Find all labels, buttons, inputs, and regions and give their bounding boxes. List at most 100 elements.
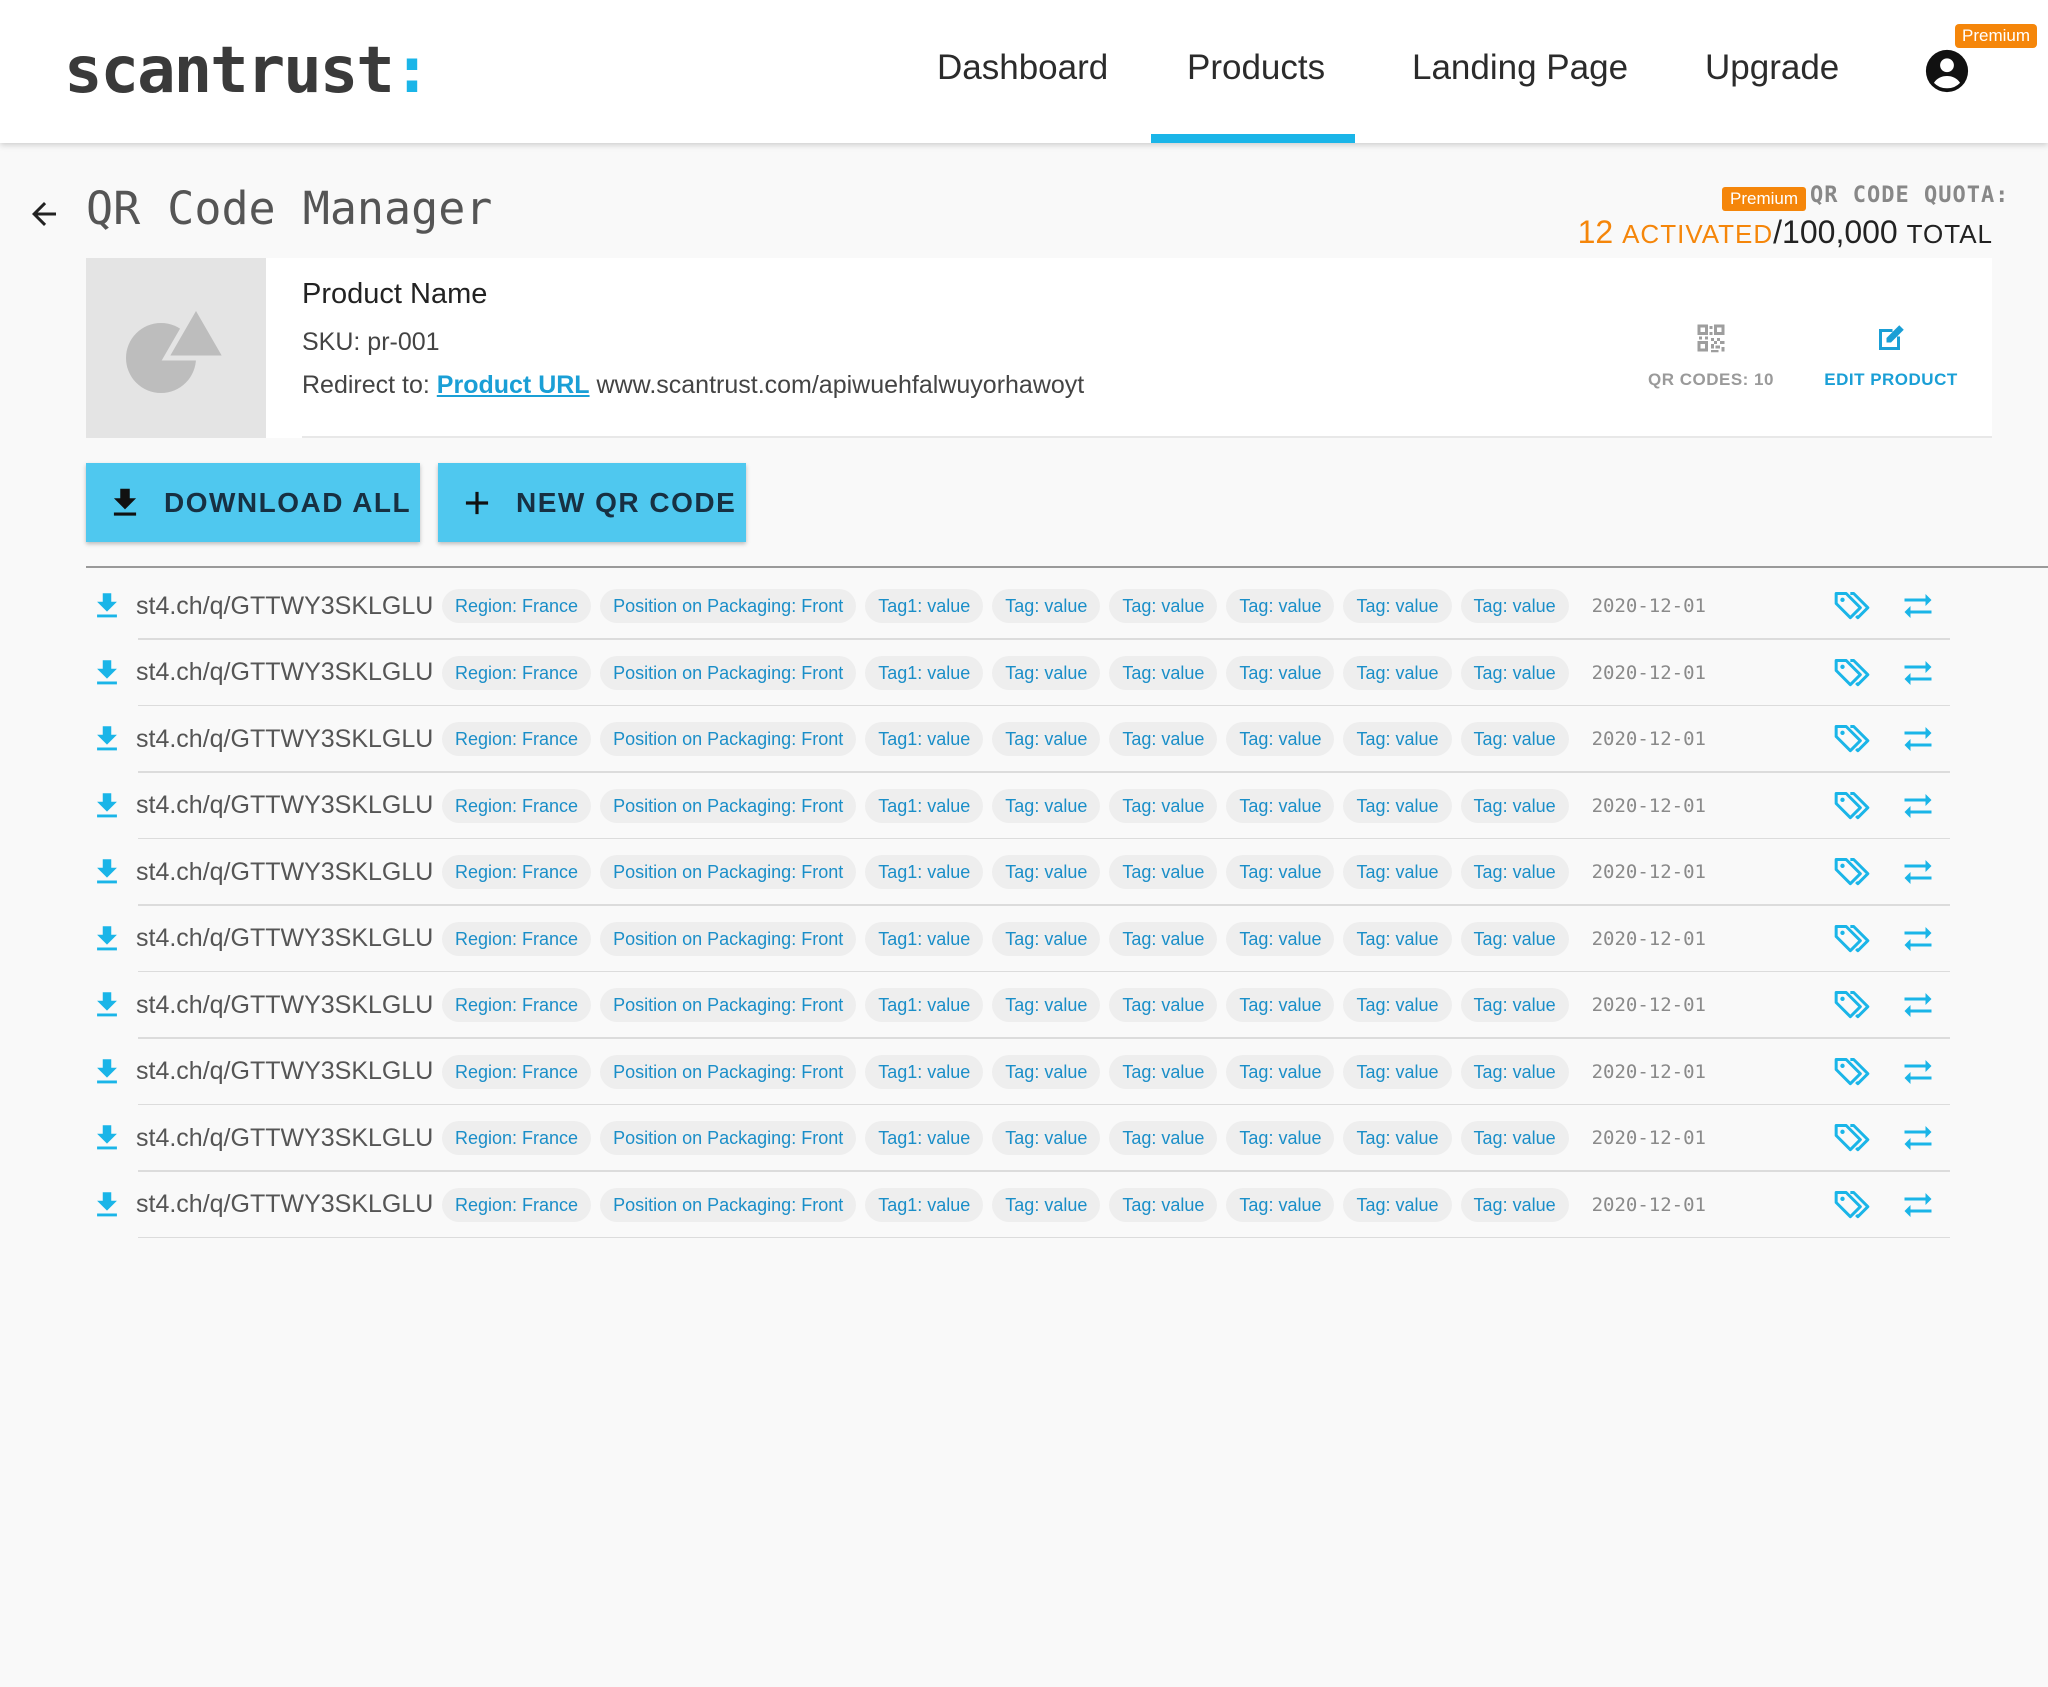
tag-chip[interactable]: Tag: value <box>1109 655 1218 690</box>
tag-chip[interactable]: Region: France <box>442 1187 592 1222</box>
download-icon[interactable] <box>90 655 124 691</box>
tag-chip[interactable]: Tag: value <box>1109 1121 1218 1156</box>
tag-chip[interactable]: Position on Packaging: Front <box>600 1121 857 1156</box>
tag-chip[interactable]: Tag: value <box>992 788 1101 823</box>
tags-icon[interactable] <box>1832 852 1872 892</box>
swap-horizontal-icon[interactable] <box>1900 588 1936 624</box>
tag-chip[interactable]: Position on Packaging: Front <box>600 1187 857 1222</box>
tag-chip[interactable]: Region: France <box>442 1121 592 1156</box>
tag-chip[interactable]: Tag: value <box>1226 921 1335 956</box>
tag-chip[interactable]: Tag1: value <box>865 589 984 624</box>
tag-chip[interactable]: Tag: value <box>992 921 1101 956</box>
tag-chip[interactable]: Region: France <box>442 589 592 624</box>
tag-chip[interactable]: Tag: value <box>1460 921 1569 956</box>
tag-chip[interactable]: Tag: value <box>1343 855 1452 890</box>
tag-chip[interactable]: Tag: value <box>1109 988 1218 1023</box>
tag-chip[interactable]: Tag: value <box>992 722 1101 757</box>
tag-chip[interactable]: Tag1: value <box>865 855 984 890</box>
tag-chip[interactable]: Position on Packaging: Front <box>600 921 857 956</box>
tag-chip[interactable]: Tag: value <box>1343 655 1452 690</box>
tag-chip[interactable]: Position on Packaging: Front <box>600 788 857 823</box>
tag-chip[interactable]: Tag1: value <box>865 1121 984 1156</box>
tag-chip[interactable]: Tag: value <box>992 988 1101 1023</box>
download-icon[interactable] <box>90 987 124 1023</box>
swap-horizontal-icon[interactable] <box>1900 987 1936 1023</box>
qr-code-url[interactable]: st4.ch/q/GTTWY3SKLGLU <box>136 1124 442 1153</box>
tag-chip[interactable]: Tag: value <box>1343 1187 1452 1222</box>
nav-landing-page[interactable]: Landing Page <box>1412 48 1628 88</box>
swap-horizontal-icon[interactable] <box>1900 1120 1936 1156</box>
download-icon[interactable] <box>90 854 124 890</box>
tag-chip[interactable]: Region: France <box>442 722 592 757</box>
product-url-link[interactable]: Product URL <box>437 371 590 399</box>
tag-chip[interactable]: Tag: value <box>1460 1054 1569 1089</box>
tag-chip[interactable]: Tag: value <box>1109 788 1218 823</box>
tag-chip[interactable]: Position on Packaging: Front <box>600 655 857 690</box>
qr-code-url[interactable]: st4.ch/q/GTTWY3SKLGLU <box>136 1057 442 1086</box>
qr-code-url[interactable]: st4.ch/q/GTTWY3SKLGLU <box>136 592 442 621</box>
tag-chip[interactable]: Tag: value <box>1343 722 1452 757</box>
swap-horizontal-icon[interactable] <box>1900 721 1936 757</box>
download-icon[interactable] <box>90 921 124 957</box>
swap-horizontal-icon[interactable] <box>1900 921 1936 957</box>
tag-chip[interactable]: Tag: value <box>1226 722 1335 757</box>
download-icon[interactable] <box>90 721 124 757</box>
tags-icon[interactable] <box>1832 1185 1872 1225</box>
tag-chip[interactable]: Tag: value <box>1109 722 1218 757</box>
tag-chip[interactable]: Tag: value <box>1343 921 1452 956</box>
tag-chip[interactable]: Tag1: value <box>865 1054 984 1089</box>
download-all-button[interactable]: DOWNLOAD ALL <box>86 463 420 542</box>
tag-chip[interactable]: Tag: value <box>1460 1187 1569 1222</box>
qr-code-url[interactable]: st4.ch/q/GTTWY3SKLGLU <box>136 924 442 953</box>
tag-chip[interactable]: Tag: value <box>1109 921 1218 956</box>
qr-code-url[interactable]: st4.ch/q/GTTWY3SKLGLU <box>136 1190 442 1219</box>
swap-horizontal-icon[interactable] <box>1900 1054 1936 1090</box>
download-icon[interactable] <box>90 1187 124 1223</box>
edit-product-button[interactable]: EDIT PRODUCT <box>1806 320 1976 390</box>
tags-icon[interactable] <box>1832 1118 1872 1158</box>
nav-dashboard[interactable]: Dashboard <box>937 48 1108 88</box>
tag-chip[interactable]: Tag: value <box>1226 1054 1335 1089</box>
tag-chip[interactable]: Tag1: value <box>865 988 984 1023</box>
tag-chip[interactable]: Tag: value <box>1460 988 1569 1023</box>
tag-chip[interactable]: Tag: value <box>992 589 1101 624</box>
tag-chip[interactable]: Tag: value <box>1460 855 1569 890</box>
tags-icon[interactable] <box>1832 786 1872 826</box>
tag-chip[interactable]: Position on Packaging: Front <box>600 855 857 890</box>
tag-chip[interactable]: Region: France <box>442 788 592 823</box>
download-icon[interactable] <box>90 788 124 824</box>
tag-chip[interactable]: Tag: value <box>1460 1121 1569 1156</box>
tag-chip[interactable]: Tag: value <box>1460 589 1569 624</box>
tag-chip[interactable]: Tag: value <box>1460 655 1569 690</box>
tags-icon[interactable] <box>1832 919 1872 959</box>
swap-horizontal-icon[interactable] <box>1900 1187 1936 1223</box>
download-icon[interactable] <box>90 1120 124 1156</box>
tag-chip[interactable]: Tag: value <box>992 1121 1101 1156</box>
qr-code-url[interactable]: st4.ch/q/GTTWY3SKLGLU <box>136 658 442 687</box>
tag-chip[interactable]: Tag: value <box>992 1054 1101 1089</box>
download-icon[interactable] <box>90 1054 124 1090</box>
tags-icon[interactable] <box>1832 719 1872 759</box>
nav-products[interactable]: Products <box>1187 48 1325 88</box>
tags-icon[interactable] <box>1832 1052 1872 1092</box>
tag-chip[interactable]: Position on Packaging: Front <box>600 722 857 757</box>
tag-chip[interactable]: Tag: value <box>1226 788 1335 823</box>
tag-chip[interactable]: Tag1: value <box>865 1187 984 1222</box>
tag-chip[interactable]: Tag1: value <box>865 722 984 757</box>
tag-chip[interactable]: Tag: value <box>1226 1121 1335 1156</box>
tag-chip[interactable]: Position on Packaging: Front <box>600 1054 857 1089</box>
tag-chip[interactable]: Tag: value <box>1109 589 1218 624</box>
account-circle-icon[interactable] <box>1924 48 1970 94</box>
tag-chip[interactable]: Tag: value <box>1343 1121 1452 1156</box>
new-qr-code-button[interactable]: NEW QR CODE <box>438 463 746 542</box>
tag-chip[interactable]: Tag: value <box>1109 855 1218 890</box>
tag-chip[interactable]: Region: France <box>442 1054 592 1089</box>
tag-chip[interactable]: Tag: value <box>1343 788 1452 823</box>
tag-chip[interactable]: Tag: value <box>1226 589 1335 624</box>
tag-chip[interactable]: Region: France <box>442 921 592 956</box>
tag-chip[interactable]: Region: France <box>442 855 592 890</box>
tag-chip[interactable]: Tag: value <box>1226 655 1335 690</box>
tag-chip[interactable]: Tag: value <box>992 855 1101 890</box>
tag-chip[interactable]: Tag: value <box>1109 1187 1218 1222</box>
tag-chip[interactable]: Tag: value <box>1226 988 1335 1023</box>
